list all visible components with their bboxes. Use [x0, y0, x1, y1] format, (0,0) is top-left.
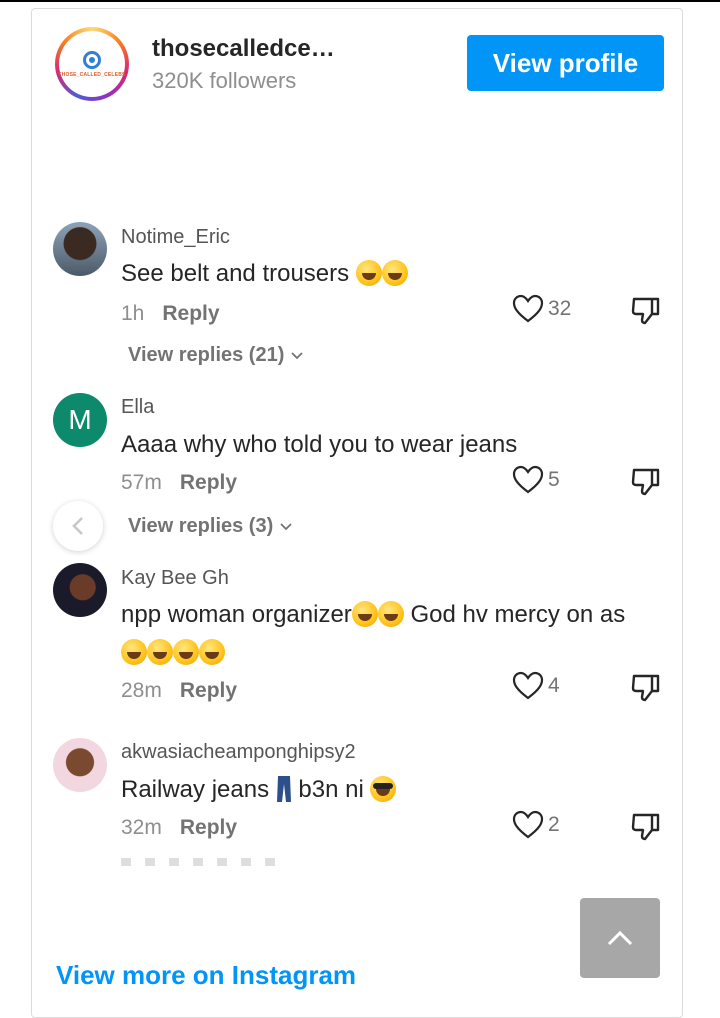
comment-username[interactable]: Notime_Eric — [121, 226, 230, 249]
reply-button[interactable]: Reply — [162, 302, 219, 325]
like-count: 5 — [548, 468, 560, 491]
like-button[interactable]: 32 — [512, 294, 571, 324]
comment-username[interactable]: Ella — [121, 396, 154, 419]
avatar-letter: M — [68, 404, 92, 435]
comment-text: npp woman organizer God hv mercy on as — [121, 596, 666, 672]
heart-icon — [512, 671, 544, 700]
thumbs-down-icon — [631, 297, 660, 325]
comment-meta: 32m Reply — [121, 816, 237, 840]
rolling-laughing-emoji-icon — [173, 639, 199, 665]
scroll-to-top-button[interactable] — [580, 898, 660, 978]
like-count: 2 — [548, 813, 560, 836]
avatar[interactable] — [53, 563, 107, 617]
follower-count: 320K followers — [152, 68, 297, 93]
comment-text-part: God hv mercy on as — [403, 601, 626, 628]
view-replies-label: View replies (21) — [128, 344, 285, 366]
comment-text: Railway jeans b3n ni — [121, 771, 666, 809]
chevron-down-icon — [280, 523, 292, 531]
view-replies-label: View replies (3) — [128, 515, 274, 537]
account-logo: THOSE_CALLED_CELEBS — [58, 31, 126, 97]
comment-time: 32m — [121, 816, 162, 839]
avatar[interactable]: M — [53, 393, 107, 447]
instagram-embed-card — [31, 8, 683, 1018]
comment-time: 28m — [121, 679, 162, 702]
comment-meta: 57m Reply — [121, 471, 237, 495]
heart-icon — [512, 294, 544, 323]
thumbs-down-icon — [631, 674, 660, 702]
comment-text-part: b3n ni — [298, 776, 364, 803]
grinning-squinting-emoji-icon — [381, 260, 408, 286]
comment-time: 1h — [121, 302, 145, 325]
comment-text-content: See belt and trousers — [121, 260, 350, 287]
thumbs-down-icon — [631, 468, 660, 496]
chevron-left-icon — [72, 517, 83, 535]
truncated-content-fade — [121, 858, 281, 866]
grinning-squinting-emoji-icon — [355, 260, 382, 286]
jeans-emoji-icon — [276, 776, 291, 802]
rolling-laughing-emoji-icon — [351, 601, 378, 627]
like-button[interactable]: 2 — [512, 810, 560, 840]
avatar[interactable] — [53, 738, 107, 792]
avatar[interactable] — [53, 222, 107, 276]
grinning-squinting-emoji-icon — [377, 601, 404, 627]
dislike-button[interactable] — [630, 294, 662, 331]
sunglasses-emoji-icon — [370, 776, 397, 802]
like-button[interactable]: 5 — [512, 465, 560, 495]
view-more-on-instagram-link[interactable]: View more on Instagram — [56, 960, 356, 991]
comment-username[interactable]: akwasiacheamponghipsy2 — [121, 741, 356, 764]
top-divider — [0, 0, 720, 2]
rolling-laughing-emoji-icon — [199, 639, 225, 665]
account-avatar[interactable]: THOSE_CALLED_CELEBS — [55, 27, 129, 101]
camera-icon — [83, 50, 101, 69]
reply-button[interactable]: Reply — [180, 679, 237, 702]
like-button[interactable]: 4 — [512, 671, 560, 701]
view-replies-button[interactable]: View replies (21) — [128, 344, 304, 367]
reply-button[interactable]: Reply — [180, 816, 237, 839]
view-profile-button[interactable]: View profile — [467, 35, 664, 91]
dislike-button[interactable] — [630, 465, 662, 502]
view-replies-button[interactable]: View replies (3) — [128, 515, 293, 538]
comment-username[interactable]: Kay Bee Gh — [121, 567, 229, 590]
thumbs-down-icon — [631, 813, 660, 841]
comment-text: See belt and trousers — [121, 255, 666, 293]
dislike-button[interactable] — [630, 810, 662, 847]
rolling-laughing-emoji-icon — [121, 639, 147, 665]
comment-time: 57m — [121, 471, 162, 494]
like-count: 4 — [548, 674, 560, 697]
previous-button[interactable] — [53, 501, 103, 551]
comment-text-part: Railway jeans — [121, 776, 270, 803]
account-name[interactable]: thosecalledce… — [152, 35, 335, 63]
heart-icon — [512, 810, 544, 839]
comment-text-part: npp woman organizer — [121, 601, 352, 628]
comment-meta: 28m Reply — [121, 679, 237, 703]
chevron-up-icon — [607, 930, 633, 946]
chevron-down-icon — [291, 352, 303, 360]
comment-meta: 1h Reply — [121, 302, 220, 326]
heart-icon — [512, 465, 544, 494]
comment-text: Aaaa why who told you to wear jeans — [121, 431, 518, 458]
like-count: 32 — [548, 297, 572, 320]
logo-text: THOSE_CALLED_CELEBS — [58, 71, 126, 78]
rolling-laughing-emoji-icon — [147, 639, 173, 665]
reply-button[interactable]: Reply — [180, 471, 237, 494]
dislike-button[interactable] — [630, 671, 662, 708]
